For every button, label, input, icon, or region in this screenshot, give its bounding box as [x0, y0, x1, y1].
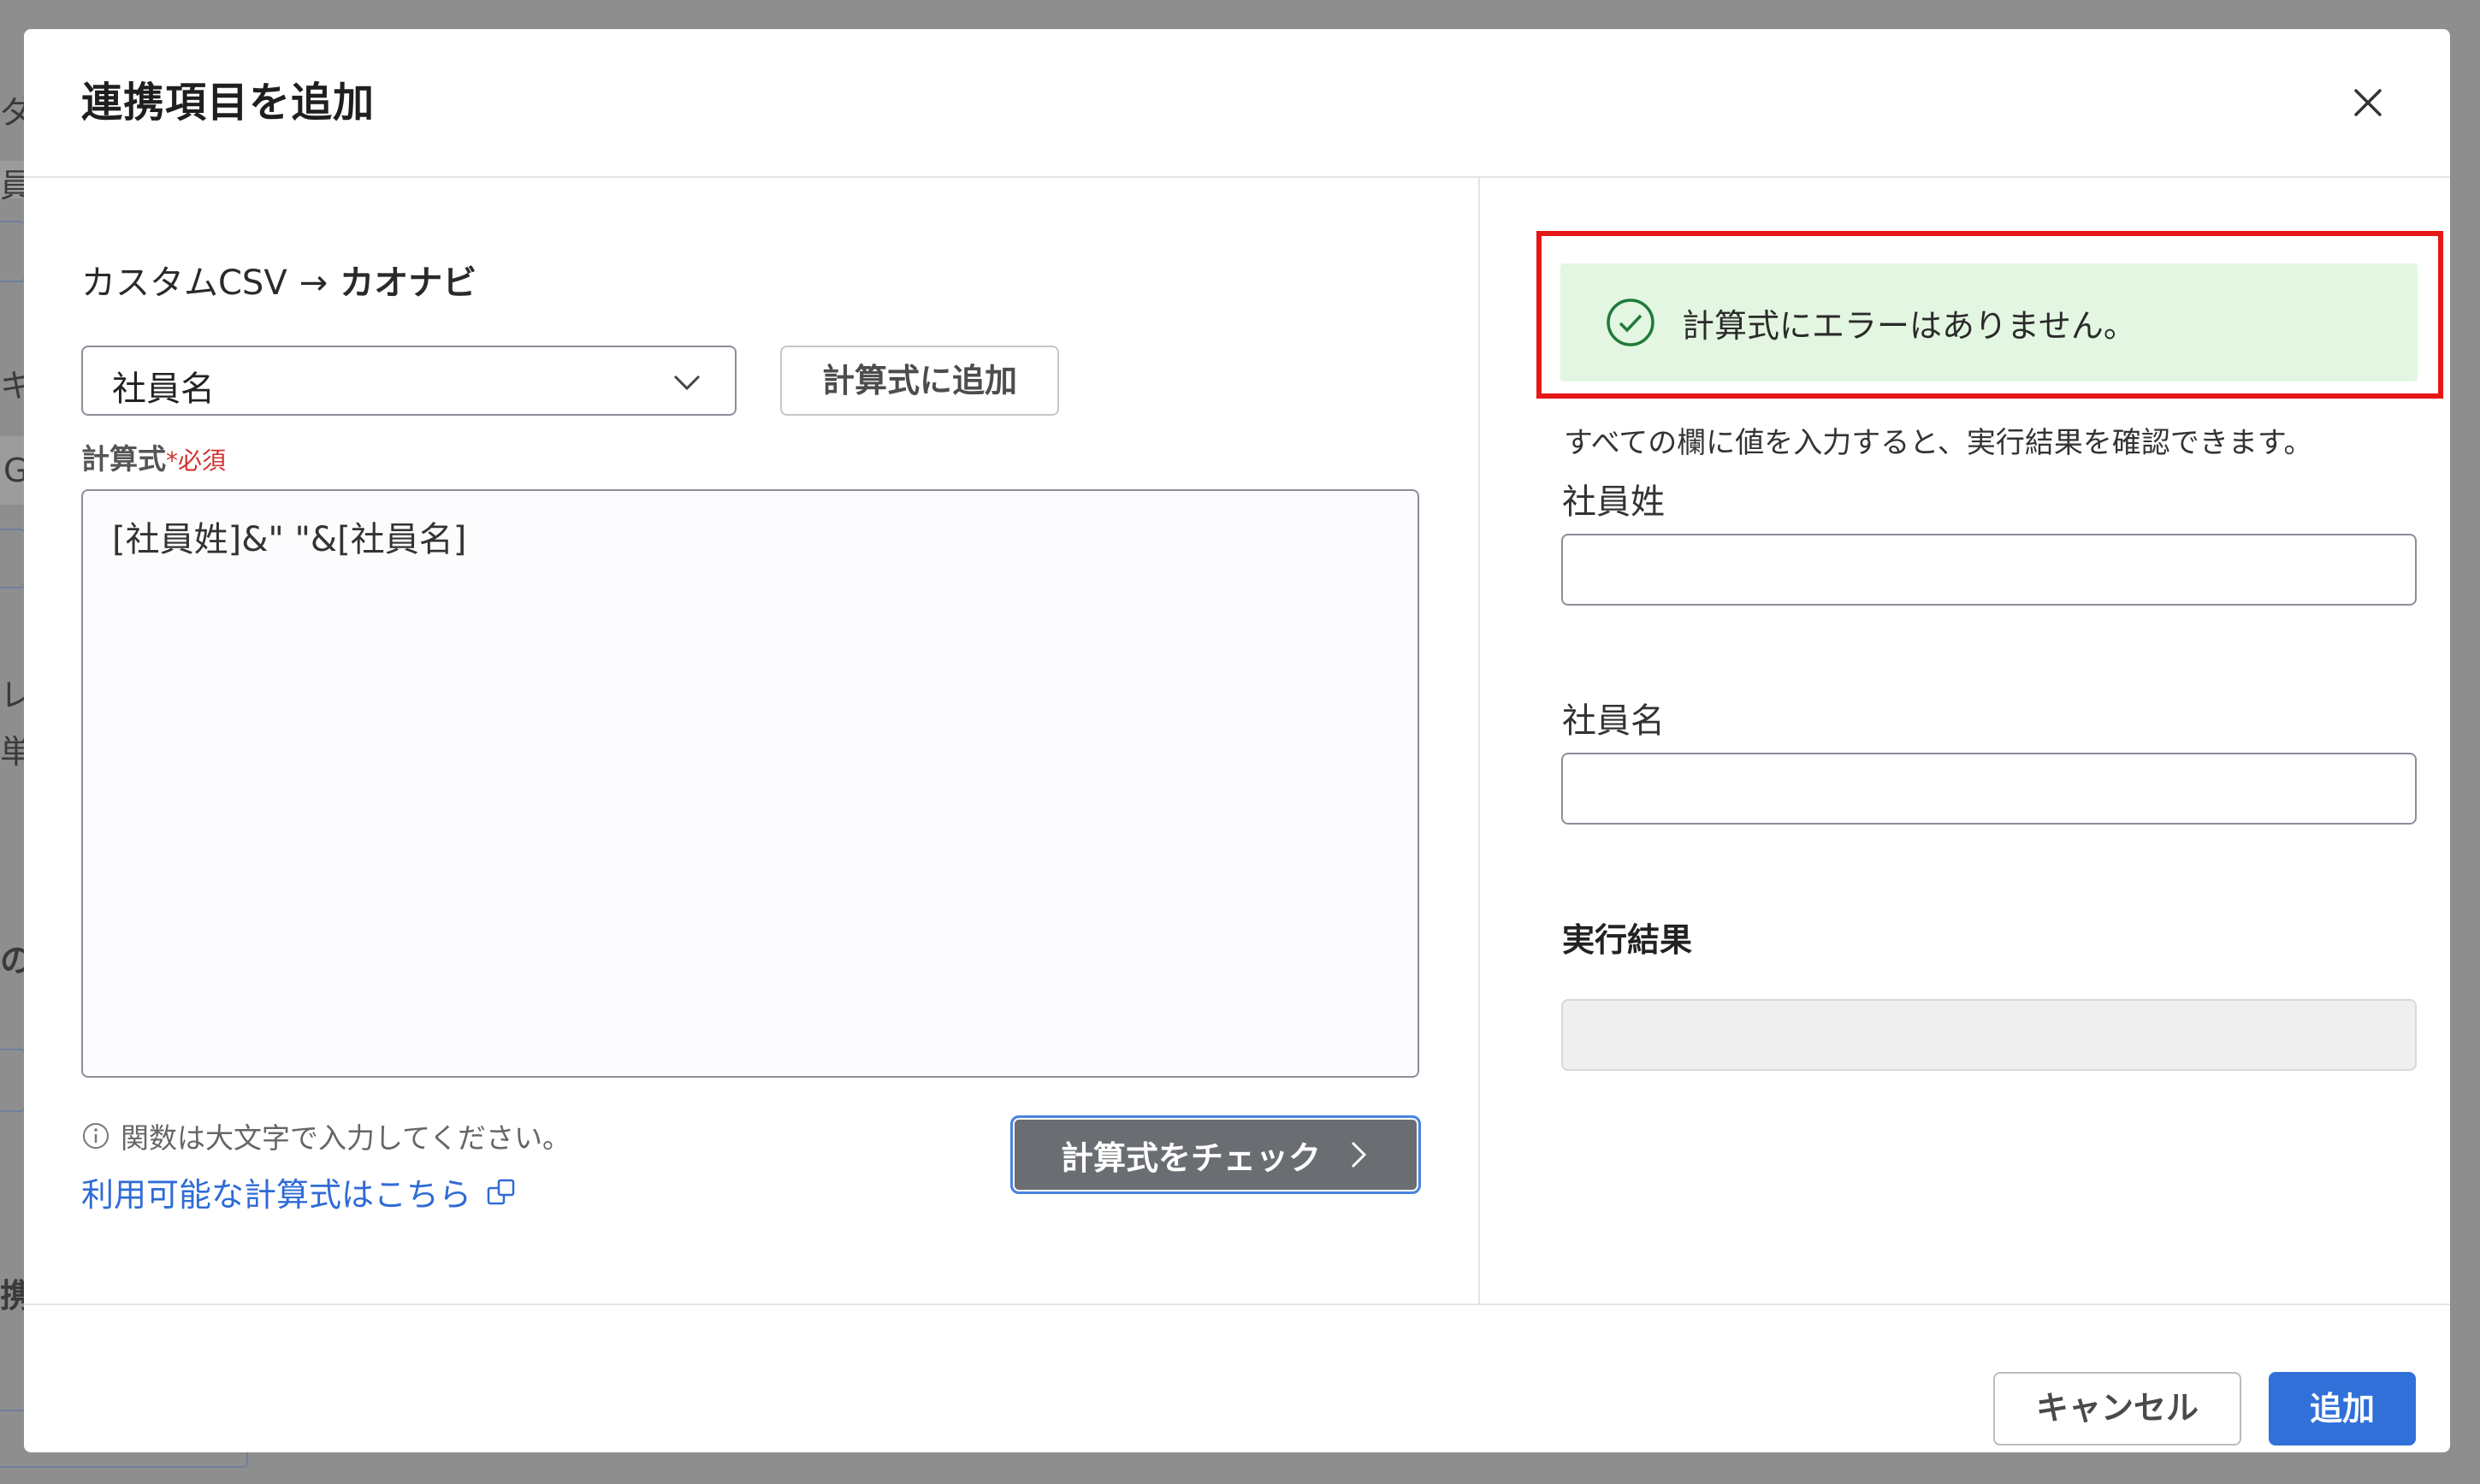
- chevron-down-icon: [673, 375, 701, 391]
- formula-help-link[interactable]: 利用可能な計算式はこちら: [81, 1168, 518, 1215]
- result-label: 実行結果: [1562, 921, 1693, 959]
- dialog-header: 連携項目を追加: [24, 29, 2450, 178]
- field-select-value: 社員名: [112, 370, 215, 409]
- formula-label: 計算式*必須: [81, 436, 226, 477]
- add-mapping-dialog: 連携項目を追加 カスタムCSV → カオナビ 社員名 計算式に追加 計算式*必須 […: [24, 29, 2450, 1452]
- last-name-input[interactable]: [1561, 534, 2417, 606]
- close-icon: [2354, 89, 2382, 116]
- check-circle-icon: [1607, 299, 1654, 346]
- field-label-last-name: 社員姓: [1562, 482, 1665, 522]
- field-label-first-name: 社員名: [1562, 701, 1665, 741]
- check-formula-label: 計算式をチェック: [1060, 1138, 1321, 1177]
- success-alert: 計算式にエラーはありません。: [1560, 263, 2418, 381]
- check-formula-button[interactable]: 計算式をチェック: [1010, 1115, 1421, 1194]
- mapping-target: カオナビ: [340, 263, 477, 303]
- formula-label-text: 計算式: [81, 442, 166, 476]
- required-text: 必須: [178, 446, 227, 475]
- success-message: 計算式にエラーはありません。: [1682, 306, 2136, 345]
- info-icon: [83, 1123, 109, 1149]
- add-to-formula-button[interactable]: 計算式に追加: [780, 346, 1059, 416]
- mapping-breadcrumb: カスタムCSV → カオナビ: [81, 255, 476, 304]
- formula-hint: 関数は大文字で入力してください。: [81, 1115, 571, 1156]
- result-output: [1561, 999, 2417, 1071]
- background-box: [0, 529, 26, 588]
- mapping-source: カスタムCSV: [81, 263, 287, 303]
- required-marker: *: [166, 446, 178, 475]
- dialog-title: 連携項目を追加: [81, 79, 376, 127]
- first-name-input[interactable]: [1561, 753, 2417, 825]
- background-box: [0, 1049, 26, 1112]
- field-select[interactable]: 社員名: [81, 346, 737, 416]
- result-description: すべての欄に値を入力すると、実行結果を確認できます。: [1564, 426, 2313, 460]
- chevron-right-icon: [1351, 1141, 1367, 1168]
- background-box: [0, 221, 26, 282]
- formula-pane-content: カスタムCSV → カオナビ 社員名 計算式に追加 計算式*必須 [社員姓]&" "…: [24, 178, 1478, 1304]
- formula-textarea[interactable]: [社員姓]&" "&[社員名]: [81, 489, 1419, 1078]
- add-button[interactable]: 追加: [2269, 1372, 2416, 1446]
- cancel-button[interactable]: キャンセル: [1993, 1372, 2241, 1446]
- formula-help-link-text: 利用可能な計算式はこちら: [81, 1176, 472, 1214]
- close-button[interactable]: [2344, 79, 2392, 127]
- formula-hint-text: 関数は大文字で入力してください。: [121, 1121, 571, 1155]
- external-link-icon: [487, 1179, 515, 1204]
- mapping-arrow: →: [299, 263, 328, 303]
